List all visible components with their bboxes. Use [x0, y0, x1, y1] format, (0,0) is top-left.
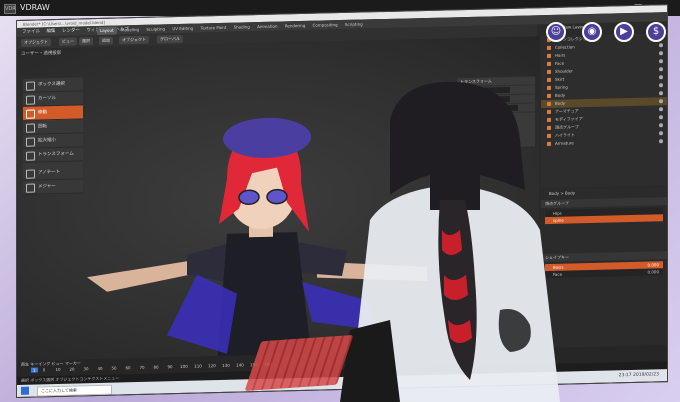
tool-transform[interactable]: トランスフォーム	[23, 147, 83, 163]
tool-measure[interactable]: メジャー	[23, 179, 83, 195]
annotate-icon	[26, 169, 35, 179]
measure-icon	[26, 183, 35, 193]
vr-keyboard[interactable]	[244, 334, 354, 392]
object-menu[interactable]: オブジェクト	[119, 35, 149, 45]
windows-start-icon[interactable]	[21, 386, 29, 395]
eye-icon	[659, 99, 663, 104]
tool-box-select[interactable]: ボックス選択	[23, 77, 83, 93]
taskbar-search[interactable]: ここに入力して検索	[37, 384, 112, 397]
foreground-avatar	[340, 81, 560, 402]
video-icon[interactable]: ▶	[614, 22, 634, 42]
app-icon: VDR	[4, 4, 16, 14]
person-icon[interactable]: ☺	[546, 22, 566, 42]
taskbar-clock: 23:17 2019/02/23	[618, 372, 659, 379]
tool-rotate[interactable]: 回転	[23, 119, 83, 135]
eye-icon	[659, 59, 663, 64]
eye-icon	[659, 123, 663, 128]
eye-icon	[659, 75, 663, 80]
camera-icon[interactable]: ◉	[582, 22, 602, 42]
rotate-icon	[26, 123, 35, 133]
tool-annotate[interactable]: アノテート	[23, 165, 83, 181]
eye-icon	[659, 91, 663, 96]
eye-icon	[659, 139, 663, 144]
current-frame[interactable]: 1	[31, 367, 38, 373]
mode-select[interactable]: オブジェクト	[21, 38, 51, 47]
cursor-icon	[26, 95, 35, 105]
eye-icon	[659, 115, 663, 120]
tool-scale[interactable]: 拡大縮小	[23, 133, 83, 149]
menu-render[interactable]: レンダー	[62, 28, 80, 33]
scale-icon	[26, 137, 35, 147]
eye-icon	[659, 107, 663, 112]
move-icon	[26, 109, 35, 119]
eye-icon	[659, 43, 663, 48]
add-menu[interactable]: 追加	[99, 36, 113, 45]
tool-move[interactable]: 移動	[23, 105, 83, 121]
tool-cursor[interactable]: カーソル	[23, 91, 83, 107]
transform-icon	[26, 151, 35, 161]
eye-icon	[659, 83, 663, 88]
viewport-info: ユーザー・透視投影	[21, 50, 62, 57]
tool-shelf: ボックス選択 カーソル 移動 回転 拡大縮小 トランスフォーム アノテート メジ…	[23, 77, 83, 195]
box-select-icon	[26, 81, 35, 91]
select-menu[interactable]: 選択	[79, 37, 93, 46]
eye-icon	[659, 67, 663, 72]
orientation-select[interactable]: グローバル	[157, 34, 183, 44]
menu-file[interactable]: ファイル	[22, 29, 40, 34]
eye-icon	[659, 131, 663, 136]
view-menu[interactable]: ビュー	[59, 37, 77, 46]
eye-icon	[659, 51, 663, 56]
app-title: VDRAW	[20, 3, 50, 12]
menu-edit[interactable]: 編集	[46, 29, 55, 34]
dollar-icon[interactable]: $	[646, 22, 666, 42]
